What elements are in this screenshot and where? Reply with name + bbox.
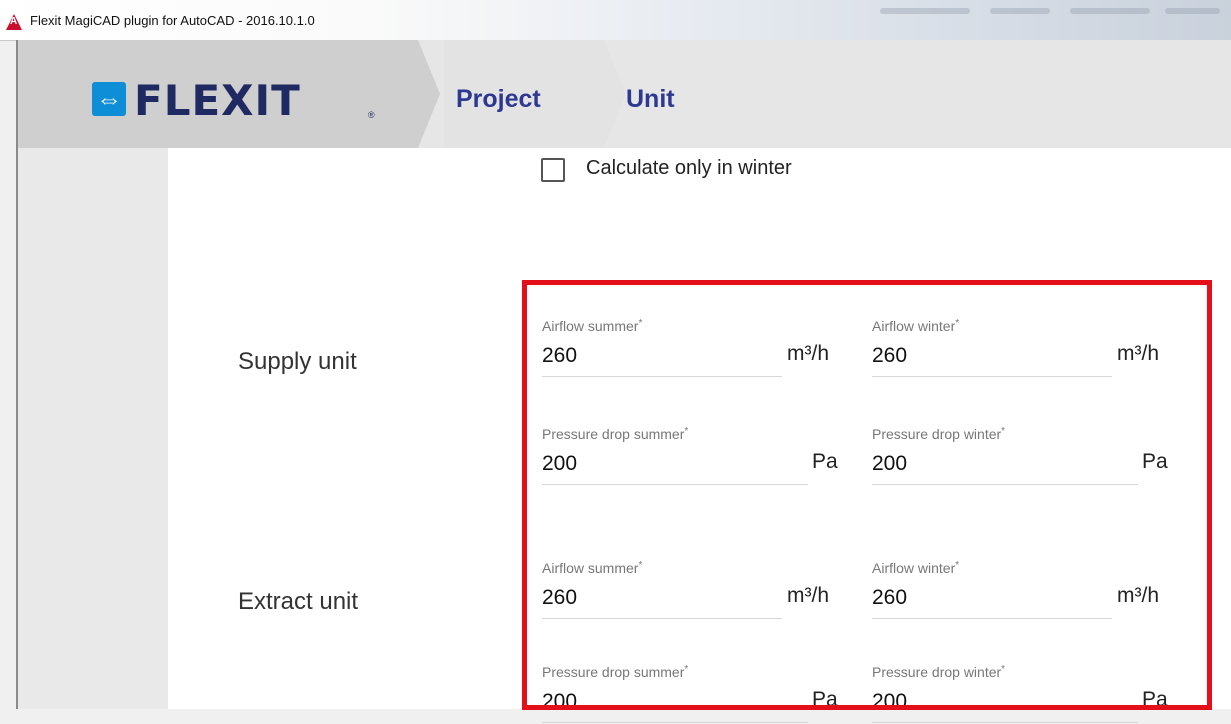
wizard-header: ⇔ FLEXIT ® Project Unit: [18, 40, 1231, 148]
step-project-tab[interactable]: Project: [444, 40, 604, 148]
flexit-logo-icon: ⇔: [92, 82, 126, 116]
background-window-blur: [1165, 8, 1220, 14]
winter-only-label[interactable]: Calculate only in winter: [586, 157, 792, 180]
registered-mark: ®: [368, 110, 375, 120]
plugin-window: ⇔ FLEXIT ® Project Unit Calculate only i…: [16, 40, 1231, 723]
background-window-blur: [880, 8, 970, 14]
logo-panel: ⇔ FLEXIT ®: [18, 40, 418, 148]
winter-only-checkbox[interactable]: [541, 158, 565, 182]
background-window-blur: [1070, 8, 1150, 14]
step-chevron: [604, 40, 626, 148]
step-project-label: Project: [456, 85, 541, 113]
logo-chevron: [418, 40, 440, 148]
flexit-logo-text: FLEXIT: [134, 76, 301, 125]
field-underline: [872, 722, 1138, 723]
step-unit-label[interactable]: Unit: [626, 85, 675, 114]
background-window-blur: [990, 8, 1050, 14]
window-titlebar: Flexit MagiCAD plugin for AutoCAD - 2016…: [0, 0, 1231, 41]
highlight-annotation-box: [522, 280, 1212, 710]
extract-unit-label: Extract unit: [238, 588, 359, 615]
unit-form-panel: Calculate only in winter Supply unit Air…: [168, 148, 1231, 723]
field-underline: [542, 722, 808, 723]
window-title: Flexit MagiCAD plugin for AutoCAD - 2016…: [30, 13, 315, 28]
autocad-app-icon: [6, 14, 22, 30]
supply-unit-label: Supply unit: [238, 348, 357, 375]
